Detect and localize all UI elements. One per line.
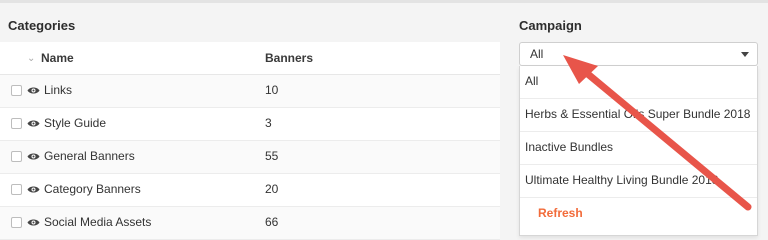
row-name: Social Media Assets: [44, 215, 152, 229]
column-header-name[interactable]: Name: [41, 51, 74, 65]
table-row[interactable]: Category Banners 20: [0, 174, 500, 207]
eye-icon[interactable]: [27, 86, 40, 95]
dropdown-option-all[interactable]: All: [520, 66, 757, 99]
refresh-button[interactable]: Refresh: [538, 206, 583, 220]
row-banner-count: 55: [265, 149, 279, 163]
table-row[interactable]: General Banners 55: [0, 141, 500, 174]
row-name: Category Banners: [44, 182, 141, 196]
row-checkbox[interactable]: [11, 85, 22, 96]
row-name: General Banners: [44, 149, 135, 163]
campaign-select[interactable]: All: [519, 42, 758, 66]
dropdown-option-inactive-bundles[interactable]: Inactive Bundles: [520, 132, 757, 165]
campaign-dropdown-menu: All Herbs & Essential Oils Super Bundle …: [519, 66, 758, 236]
row-banner-count: 3: [265, 116, 272, 130]
option-label: Herbs & Essential Oils Super Bundle 2018: [525, 107, 751, 121]
campaign-title: Campaign: [519, 18, 582, 33]
campaign-selected-value: All: [530, 47, 544, 61]
option-label: All: [525, 74, 539, 88]
dropdown-option-healthy-living-bundle[interactable]: Ultimate Healthy Living Bundle 2018: [520, 165, 757, 198]
eye-icon[interactable]: [27, 119, 40, 128]
row-banner-count: 10: [265, 83, 279, 97]
row-name: Links: [44, 83, 73, 97]
eye-icon[interactable]: [27, 152, 40, 161]
dropdown-option-herbs-bundle[interactable]: Herbs & Essential Oils Super Bundle 2018: [520, 99, 757, 132]
row-checkbox[interactable]: [11, 118, 22, 129]
top-border: [0, 0, 768, 3]
row-checkbox[interactable]: [11, 184, 22, 195]
categories-title: Categories: [8, 18, 76, 33]
row-checkbox[interactable]: [11, 151, 22, 162]
table-row[interactable]: Style Guide 3: [0, 108, 500, 141]
table-header: ⌄ Name Banners: [0, 42, 500, 75]
table-row[interactable]: Links 10: [0, 75, 500, 108]
eye-icon[interactable]: [27, 185, 40, 194]
categories-table: ⌄ Name Banners Links 10 Style Guide 3 Ge…: [0, 42, 500, 240]
table-row[interactable]: Social Media Assets 66: [0, 207, 500, 240]
option-label: Ultimate Healthy Living Bundle 2018: [525, 173, 719, 187]
column-header-banners[interactable]: Banners: [265, 51, 313, 65]
caret-down-icon[interactable]: [741, 52, 749, 57]
row-banner-count: 20: [265, 182, 279, 196]
eye-icon[interactable]: [27, 218, 40, 227]
chevron-down-icon[interactable]: ⌄: [27, 53, 35, 64]
row-checkbox[interactable]: [11, 217, 22, 228]
option-label: Inactive Bundles: [525, 140, 614, 154]
row-name: Style Guide: [44, 116, 107, 130]
row-banner-count: 66: [265, 215, 279, 229]
